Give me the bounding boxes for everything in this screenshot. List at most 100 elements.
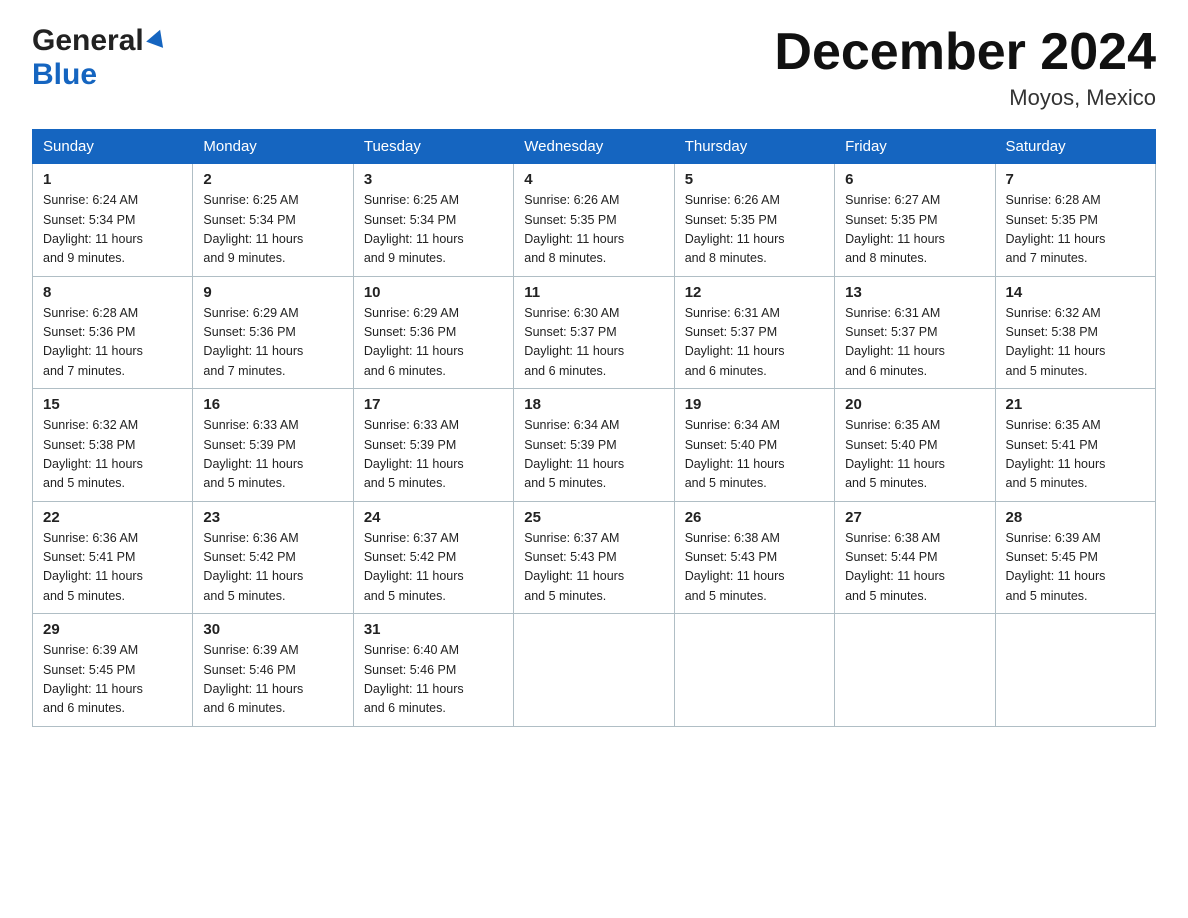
day-cell-21: 21Sunrise: 6:35 AMSunset: 5:41 PMDayligh… <box>995 389 1155 502</box>
day-number: 2 <box>203 171 342 188</box>
day-info: Sunrise: 6:26 AMSunset: 5:35 PMDaylight:… <box>685 191 824 269</box>
day-number: 4 <box>524 171 663 188</box>
day-cell-15: 15Sunrise: 6:32 AMSunset: 5:38 PMDayligh… <box>33 389 193 502</box>
day-number: 22 <box>43 509 182 526</box>
empty-cell <box>995 614 1155 727</box>
day-cell-9: 9 Sunrise: 6:29 AMSunset: 5:36 PMDaylight… <box>193 276 353 389</box>
day-info: Sunrise: 6:37 AMSunset: 5:42 PMDaylight:… <box>364 529 503 607</box>
day-number: 27 <box>845 509 984 526</box>
day-cell-10: 10 Sunrise: 6:29 AMSunset: 5:36 PMDayligh… <box>353 276 513 389</box>
day-info: Sunrise: 6:37 AMSunset: 5:43 PMDaylight:… <box>524 529 663 607</box>
day-cell-19: 19Sunrise: 6:34 AMSunset: 5:40 PMDayligh… <box>674 389 834 502</box>
day-number: 14 <box>1006 284 1145 301</box>
day-info: Sunrise: 6:39 AMSunset: 5:45 PMDaylight:… <box>1006 529 1145 607</box>
logo: General Blue <box>32 24 165 92</box>
day-info: Sunrise: 6:28 AMSunset: 5:36 PMDaylight:… <box>43 304 182 382</box>
day-cell-1: 1 Sunrise: 6:24 AMSunset: 5:34 PMDaylight… <box>33 164 193 277</box>
day-info: Sunrise: 6:29 AMSunset: 5:36 PMDaylight:… <box>203 304 342 382</box>
day-info: Sunrise: 6:36 AMSunset: 5:41 PMDaylight:… <box>43 529 182 607</box>
day-number: 9 <box>203 284 342 301</box>
day-number: 28 <box>1006 509 1145 526</box>
day-number: 10 <box>364 284 503 301</box>
day-cell-20: 20 Sunrise: 6:35 AMSunset: 5:40 PMDayligh… <box>835 389 995 502</box>
day-info: Sunrise: 6:34 AMSunset: 5:39 PMDaylight:… <box>524 416 663 494</box>
day-info: Sunrise: 6:25 AMSunset: 5:34 PMDaylight:… <box>203 191 342 269</box>
day-cell-18: 18 Sunrise: 6:34 AMSunset: 5:39 PMDayligh… <box>514 389 674 502</box>
day-info: Sunrise: 6:39 AMSunset: 5:45 PMDaylight:… <box>43 641 182 719</box>
day-number: 20 <box>845 396 984 413</box>
day-cell-17: 17 Sunrise: 6:33 AMSunset: 5:39 PMDayligh… <box>353 389 513 502</box>
day-info: Sunrise: 6:32 AMSunset: 5:38 PMDaylight:… <box>1006 304 1145 382</box>
day-cell-11: 11Sunrise: 6:30 AMSunset: 5:37 PMDayligh… <box>514 276 674 389</box>
day-info: Sunrise: 6:25 AMSunset: 5:34 PMDaylight:… <box>364 191 503 269</box>
page-header: General Blue December 2024 Moyos, Mexico <box>32 24 1156 111</box>
day-cell-8: 8 Sunrise: 6:28 AMSunset: 5:36 PMDaylight… <box>33 276 193 389</box>
day-info: Sunrise: 6:31 AMSunset: 5:37 PMDaylight:… <box>845 304 984 382</box>
day-number: 13 <box>845 284 984 301</box>
col-header-thursday: Thursday <box>674 130 834 164</box>
col-header-friday: Friday <box>835 130 995 164</box>
day-number: 19 <box>685 396 824 413</box>
day-number: 29 <box>43 621 182 638</box>
day-info: Sunrise: 6:32 AMSunset: 5:38 PMDaylight:… <box>43 416 182 494</box>
day-cell-12: 12Sunrise: 6:31 AMSunset: 5:37 PMDayligh… <box>674 276 834 389</box>
day-cell-13: 13 Sunrise: 6:31 AMSunset: 5:37 PMDayligh… <box>835 276 995 389</box>
day-cell-14: 14 Sunrise: 6:32 AMSunset: 5:38 PMDayligh… <box>995 276 1155 389</box>
day-number: 7 <box>1006 171 1145 188</box>
week-row-4: 22 Sunrise: 6:36 AMSunset: 5:41 PMDayligh… <box>33 501 1156 614</box>
day-cell-24: 24 Sunrise: 6:37 AMSunset: 5:42 PMDayligh… <box>353 501 513 614</box>
day-cell-31: 31Sunrise: 6:40 AMSunset: 5:46 PMDayligh… <box>353 614 513 727</box>
day-number: 11 <box>524 284 663 301</box>
day-info: Sunrise: 6:39 AMSunset: 5:46 PMDaylight:… <box>203 641 342 719</box>
day-number: 30 <box>203 621 342 638</box>
week-row-3: 15Sunrise: 6:32 AMSunset: 5:38 PMDayligh… <box>33 389 1156 502</box>
day-info: Sunrise: 6:29 AMSunset: 5:36 PMDaylight:… <box>364 304 503 382</box>
day-info: Sunrise: 6:33 AMSunset: 5:39 PMDaylight:… <box>203 416 342 494</box>
day-number: 3 <box>364 171 503 188</box>
title-block: December 2024 Moyos, Mexico <box>774 24 1156 111</box>
day-number: 25 <box>524 509 663 526</box>
day-number: 17 <box>364 396 503 413</box>
day-info: Sunrise: 6:27 AMSunset: 5:35 PMDaylight:… <box>845 191 984 269</box>
day-number: 23 <box>203 509 342 526</box>
empty-cell <box>514 614 674 727</box>
day-number: 18 <box>524 396 663 413</box>
day-cell-23: 23 Sunrise: 6:36 AMSunset: 5:42 PMDayligh… <box>193 501 353 614</box>
day-cell-5: 5Sunrise: 6:26 AMSunset: 5:35 PMDaylight… <box>674 164 834 277</box>
day-cell-4: 4 Sunrise: 6:26 AMSunset: 5:35 PMDaylight… <box>514 164 674 277</box>
col-header-monday: Monday <box>193 130 353 164</box>
col-header-wednesday: Wednesday <box>514 130 674 164</box>
day-number: 1 <box>43 171 182 188</box>
col-header-sunday: Sunday <box>33 130 193 164</box>
day-info: Sunrise: 6:28 AMSunset: 5:35 PMDaylight:… <box>1006 191 1145 269</box>
header-row: SundayMondayTuesdayWednesdayThursdayFrid… <box>33 130 1156 164</box>
logo-blue-text: Blue <box>32 58 97 92</box>
day-number: 21 <box>1006 396 1145 413</box>
day-info: Sunrise: 6:33 AMSunset: 5:39 PMDaylight:… <box>364 416 503 494</box>
day-number: 24 <box>364 509 503 526</box>
day-number: 8 <box>43 284 182 301</box>
week-row-1: 1 Sunrise: 6:24 AMSunset: 5:34 PMDaylight… <box>33 164 1156 277</box>
day-cell-16: 16 Sunrise: 6:33 AMSunset: 5:39 PMDayligh… <box>193 389 353 502</box>
day-cell-6: 6Sunrise: 6:27 AMSunset: 5:35 PMDaylight… <box>835 164 995 277</box>
day-cell-3: 3 Sunrise: 6:25 AMSunset: 5:34 PMDaylight… <box>353 164 513 277</box>
day-cell-22: 22 Sunrise: 6:36 AMSunset: 5:41 PMDayligh… <box>33 501 193 614</box>
week-row-2: 8 Sunrise: 6:28 AMSunset: 5:36 PMDaylight… <box>33 276 1156 389</box>
empty-cell <box>835 614 995 727</box>
week-row-5: 29 Sunrise: 6:39 AMSunset: 5:45 PMDayligh… <box>33 614 1156 727</box>
calendar-table: SundayMondayTuesdayWednesdayThursdayFrid… <box>32 129 1156 727</box>
day-cell-27: 27 Sunrise: 6:38 AMSunset: 5:44 PMDayligh… <box>835 501 995 614</box>
day-number: 16 <box>203 396 342 413</box>
calendar-title: December 2024 <box>774 24 1156 81</box>
day-info: Sunrise: 6:38 AMSunset: 5:44 PMDaylight:… <box>845 529 984 607</box>
day-info: Sunrise: 6:36 AMSunset: 5:42 PMDaylight:… <box>203 529 342 607</box>
day-info: Sunrise: 6:24 AMSunset: 5:34 PMDaylight:… <box>43 191 182 269</box>
day-info: Sunrise: 6:26 AMSunset: 5:35 PMDaylight:… <box>524 191 663 269</box>
day-cell-26: 26Sunrise: 6:38 AMSunset: 5:43 PMDayligh… <box>674 501 834 614</box>
day-cell-28: 28 Sunrise: 6:39 AMSunset: 5:45 PMDayligh… <box>995 501 1155 614</box>
day-cell-7: 7 Sunrise: 6:28 AMSunset: 5:35 PMDaylight… <box>995 164 1155 277</box>
empty-cell <box>674 614 834 727</box>
logo-arrow-icon <box>146 27 168 48</box>
day-info: Sunrise: 6:35 AMSunset: 5:40 PMDaylight:… <box>845 416 984 494</box>
day-number: 31 <box>364 621 503 638</box>
